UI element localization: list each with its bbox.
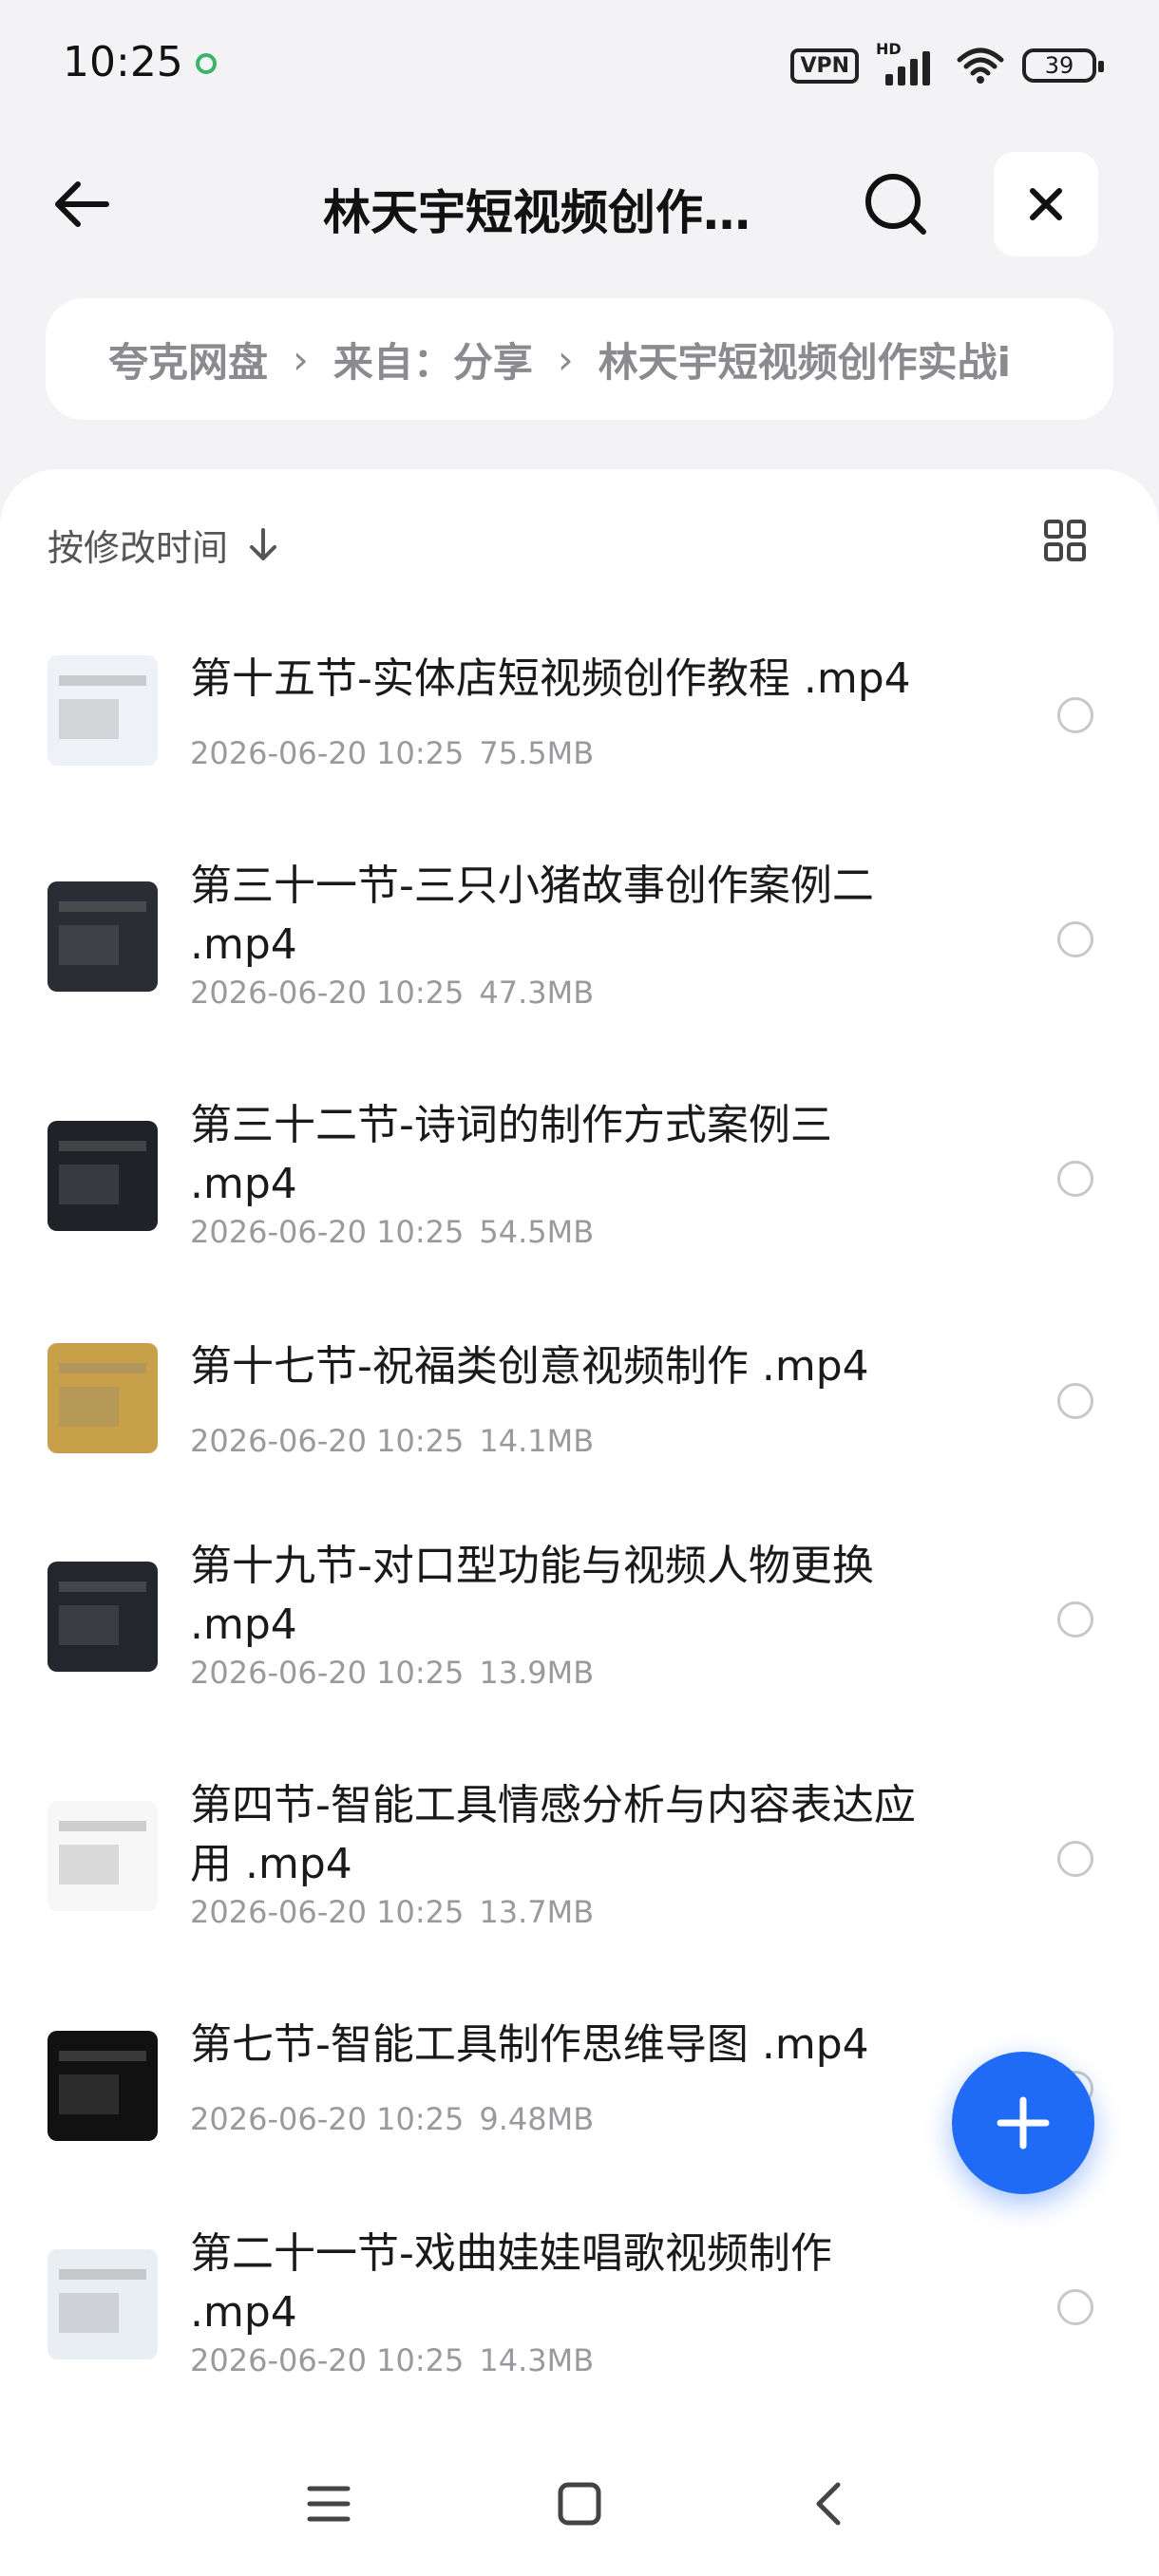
file-date: 2026-06-20 10:25 [190,975,465,1011]
chevron-right-icon: › [293,335,309,383]
file-date: 2026-06-20 10:25 [190,1423,465,1459]
video-thumbnail [48,1343,158,1453]
file-date: 2026-06-20 10:25 [190,735,465,771]
select-radio[interactable] [1057,1841,1093,1877]
file-size: 75.5MB [479,735,595,771]
file-name: 第四节-智能工具情感分析与内容表达应用 .mp4 [190,1781,916,1888]
file-meta: 2026-06-20 10:25 14.1MB [190,1423,594,1459]
select-radio[interactable] [1057,1601,1093,1638]
sort-control[interactable]: 按修改时间 [48,519,279,571]
file-date: 2026-06-20 10:25 [190,1214,465,1250]
video-thumbnail [48,655,158,766]
close-icon [1030,188,1062,220]
close-button[interactable] [994,152,1098,256]
select-radio[interactable] [1057,1161,1093,1197]
back-icon[interactable] [802,2475,859,2532]
chevron-right-icon: › [557,335,574,383]
file-size: 47.3MB [479,975,595,1011]
file-size: 14.3MB [479,2342,595,2378]
file-meta: 2026-06-20 10:25 75.5MB [190,735,594,771]
vpn-icon: VPN [790,47,859,84]
add-button[interactable] [952,2052,1094,2194]
video-thumbnail [48,2249,158,2359]
battery-icon: 39 [1022,48,1104,83]
file-size: 9.48MB [479,2101,595,2137]
video-thumbnail [48,1562,158,1672]
file-name: 第十五节-实体店短视频创作教程 .mp4 [190,654,911,703]
breadcrumb-item-root[interactable]: 夸克网盘 [108,331,268,388]
file-name: 第二十一节-戏曲娃娃唱歌视频制作 .mp4 [190,2229,832,2337]
file-list-panel: 按修改时间 第十五节-实体店短视频创作教程 .mp4 2026-06-20 10:… [0,469,1159,2576]
video-thumbnail [48,1801,158,1911]
file-date: 2026-06-20 10:25 [190,2342,465,2378]
file-name: 第十七节-祝福类创意视频制作 .mp4 [190,1342,869,1391]
video-thumbnail [48,1121,158,1231]
search-icon[interactable] [859,167,935,243]
system-nav-bar [0,2432,1159,2576]
page-title: 林天宇短视频创作… [323,185,750,240]
file-name: 第三十二节-诗词的制作方式案例三 .mp4 [190,1101,832,1208]
file-name: 第七节-智能工具制作思维导图 .mp4 [190,2020,869,2069]
file-date: 2026-06-20 10:25 [190,1894,465,1930]
file-meta: 2026-06-20 10:25 54.5MB [190,1214,594,1250]
breadcrumb-item-share[interactable]: 来自：分享 [333,331,533,388]
select-radio[interactable] [1057,1383,1093,1419]
file-size: 13.7MB [479,1894,595,1930]
file-name: 第三十一节-三只小猪故事创作案例二 .mp4 [190,862,874,969]
grid-view-icon[interactable] [1043,519,1087,562]
file-size: 13.9MB [479,1655,595,1691]
back-arrow-icon[interactable] [49,171,116,237]
sort-label: 按修改时间 [48,527,229,569]
file-date: 2026-06-20 10:25 [190,1655,465,1691]
status-icons: VPN HD 39 [790,40,1104,87]
cellular-signal-icon: HD [876,40,939,87]
file-meta: 2026-06-20 10:25 13.7MB [190,1894,594,1930]
plus-icon [997,2096,1050,2150]
file-meta: 2026-06-20 10:25 14.3MB [190,2342,594,2378]
select-radio[interactable] [1057,2289,1093,2325]
file-date: 2026-06-20 10:25 [190,2101,465,2137]
breadcrumb: 夸克网盘 › 来自：分享 › 林天宇短视频创作实战i [46,298,1113,420]
file-meta: 2026-06-20 10:25 13.9MB [190,1655,594,1691]
file-size: 54.5MB [479,1214,595,1250]
file-meta: 2026-06-20 10:25 9.48MB [190,2101,594,2137]
file-meta: 2026-06-20 10:25 47.3MB [190,975,594,1011]
select-radio[interactable] [1057,921,1093,957]
status-time: 10:25 [63,38,183,86]
top-bar: 林天宇短视频创作… [0,152,1159,256]
video-thumbnail [48,2031,158,2141]
home-icon[interactable] [551,2475,608,2532]
arrow-down-icon [250,527,277,560]
wifi-icon [957,47,1004,84]
file-size: 14.1MB [479,1423,595,1459]
app-notification-icon [196,53,217,74]
file-name: 第十九节-对口型功能与视频人物更换 .mp4 [190,1542,874,1649]
select-radio[interactable] [1057,697,1093,733]
breadcrumb-item-current[interactable]: 林天宇短视频创作实战i [598,331,1011,388]
menu-icon[interactable] [300,2475,357,2532]
status-bar: 10:25 VPN HD 39 [0,0,1159,133]
video-thumbnail [48,881,158,992]
